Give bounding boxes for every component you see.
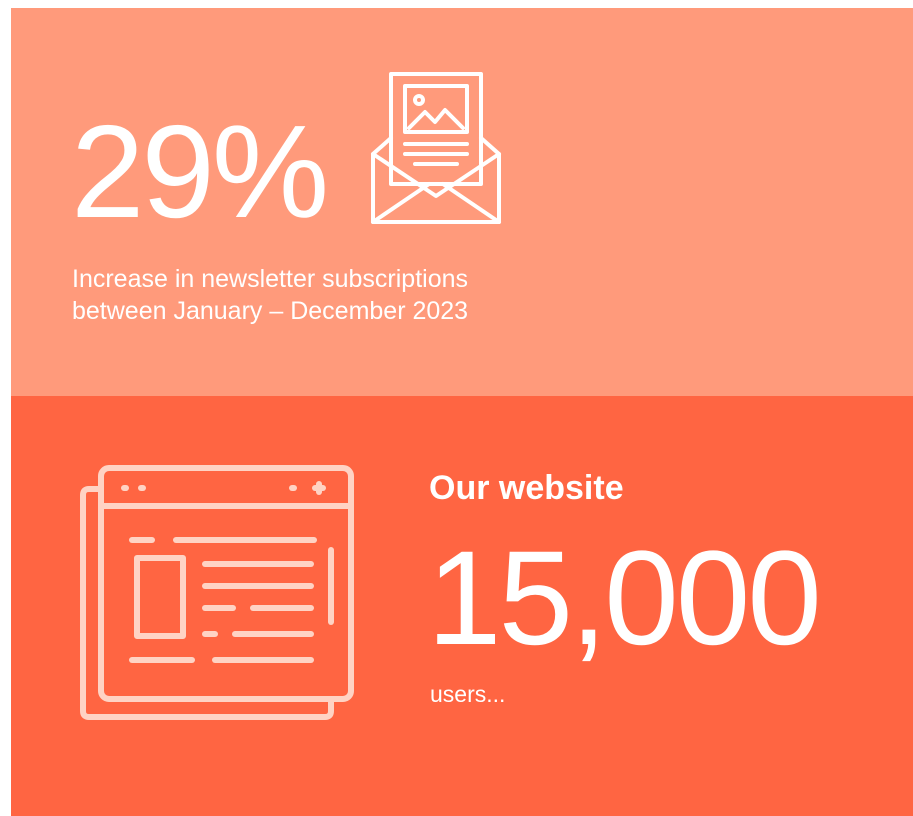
website-users-label: users... bbox=[430, 681, 506, 707]
newsletter-envelope-icon bbox=[371, 72, 501, 224]
website-heading: Our website bbox=[429, 469, 624, 507]
website-users-stat: 15,000 bbox=[427, 524, 822, 673]
newsletter-panel: 29% Increase in newsletter subscriptions… bbox=[11, 8, 913, 396]
newsletter-caption: Increase in newsletter subscriptions bet… bbox=[72, 263, 592, 327]
newsletter-caption-line-1: Increase in newsletter subscriptions bbox=[72, 265, 469, 293]
browser-window-icon bbox=[80, 465, 354, 720]
website-panel: Our website 15,000 users... bbox=[11, 396, 913, 816]
newsletter-caption-line-2: between January – December 2023 bbox=[72, 297, 469, 325]
newsletter-stat: 29% bbox=[71, 98, 329, 245]
